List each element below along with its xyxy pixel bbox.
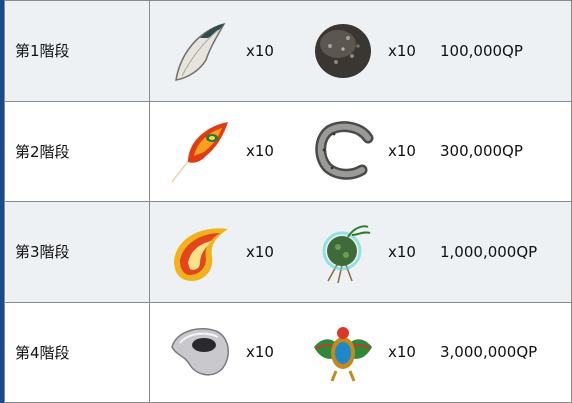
horseshoe-icon <box>308 116 378 186</box>
item2-count: x10 <box>388 343 416 362</box>
step-label: 第2階段 <box>4 100 150 202</box>
phoenix-feather-icon <box>166 116 236 186</box>
ascension-table: 第1階段 x10 x10 100,000QP 第2階段 x10 x10 300,… <box>4 0 572 403</box>
scarab-icon <box>308 317 378 387</box>
materials-cell: x10 x10 1,000,000QP <box>149 201 572 303</box>
item2-count: x10 <box>388 142 416 161</box>
item2-count: x10 <box>388 242 416 261</box>
item1-count: x10 <box>246 343 274 362</box>
item2-count: x10 <box>388 41 416 60</box>
table-row: 第3階段 x10 x10 1,000,000QP <box>4 201 572 303</box>
item1-count: x10 <box>246 142 274 161</box>
table-row: 第2階段 x10 x10 300,000QP <box>4 100 572 202</box>
qp-cost: 1,000,000QP <box>440 242 538 261</box>
table-row: 第4階段 x10 x10 3,000,000QP <box>4 301 572 403</box>
step-label: 第1階段 <box>4 0 150 102</box>
qp-cost: 100,000QP <box>440 41 523 60</box>
table-row: 第1階段 x10 x10 100,000QP <box>4 0 572 102</box>
item1-count: x10 <box>246 242 274 261</box>
moss-ball-icon <box>308 217 378 287</box>
qp-cost: 300,000QP <box>440 142 523 161</box>
grey-gem-icon <box>166 317 236 387</box>
materials-cell: x10 x10 300,000QP <box>149 100 572 202</box>
rock-ball-icon <box>308 16 378 86</box>
materials-cell: x10 x10 3,000,000QP <box>149 301 572 403</box>
materials-cell: x10 x10 100,000QP <box>149 0 572 102</box>
flame-plume-icon <box>166 217 236 287</box>
feather-claw-icon <box>166 16 236 86</box>
qp-cost: 3,000,000QP <box>440 343 538 362</box>
item1-count: x10 <box>246 41 274 60</box>
step-label: 第3階段 <box>4 201 150 303</box>
step-label: 第4階段 <box>4 301 150 403</box>
